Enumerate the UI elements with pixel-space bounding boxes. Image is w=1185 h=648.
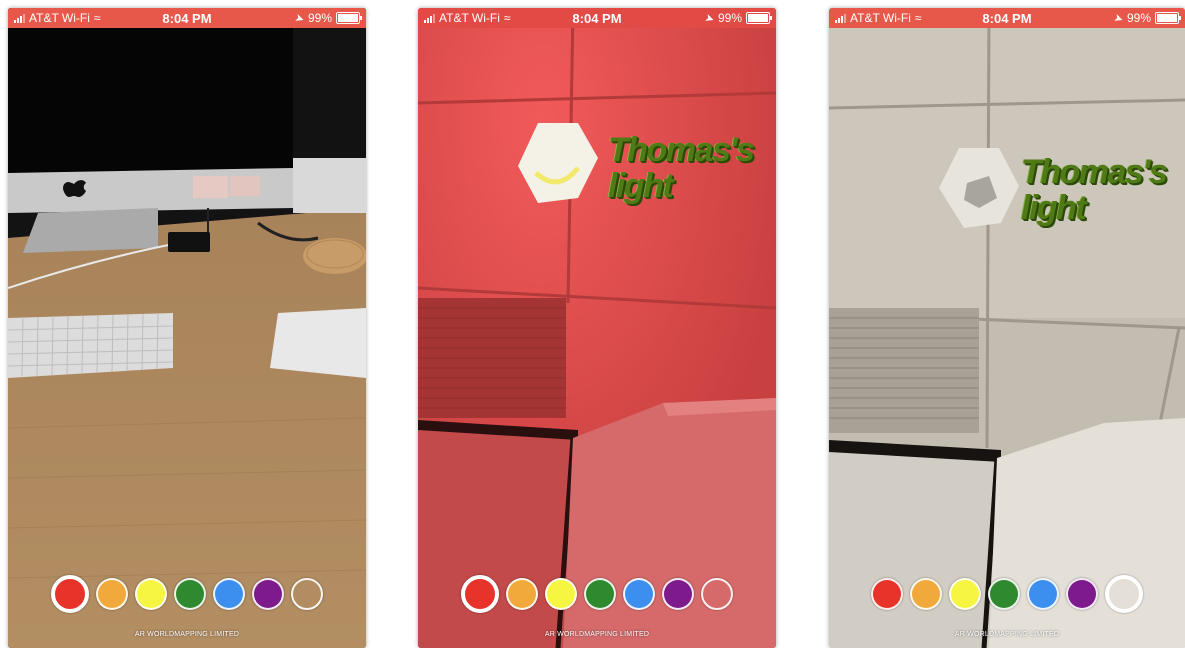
ar-light-label: Thomas's light: [1021, 153, 1168, 227]
color-swatch-red[interactable]: [51, 575, 89, 613]
camera-view: [8, 8, 366, 648]
battery-percent: 99%: [1126, 11, 1151, 25]
color-swatch-yellow[interactable]: [545, 578, 577, 610]
color-swatch-red[interactable]: [461, 575, 499, 613]
color-swatch-off[interactable]: [1105, 575, 1143, 613]
status-bar: AT&T Wi-Fi ≈ 8:04 PM ➤ 99%: [418, 8, 776, 28]
worldmapping-status: AR WORLDMAPPING LIMITED: [954, 631, 1060, 638]
location-arrow-icon: ➤: [1111, 11, 1125, 26]
battery-percent: 99%: [717, 11, 742, 25]
color-swatch-green[interactable]: [584, 578, 616, 610]
color-swatch-green[interactable]: [174, 578, 206, 610]
color-swatch-blue[interactable]: [1027, 578, 1059, 610]
battery-percent: 99%: [307, 11, 332, 25]
color-swatch-off[interactable]: [701, 578, 733, 610]
color-picker: [829, 574, 1185, 614]
color-swatch-blue[interactable]: [213, 578, 245, 610]
ar-label-line2: light: [608, 167, 674, 205]
phone-screen-red-light: Thomas's light AT&T Wi-Fi ≈ 8:04 PM ➤ 99…: [418, 8, 776, 648]
phone-screen-off-light: Thomas's light AT&T Wi-Fi ≈ 8:04 PM ➤ 99…: [829, 8, 1185, 648]
color-swatch-orange[interactable]: [506, 578, 538, 610]
monitor-screen: [8, 8, 293, 178]
worldmapping-status: AR WORLDMAPPING LIMITED: [544, 631, 650, 638]
battery-icon: [1155, 12, 1181, 24]
color-swatch-green[interactable]: [988, 578, 1020, 610]
ar-label-line1: Thomas's: [608, 131, 755, 169]
color-swatch-off[interactable]: [291, 578, 323, 610]
ar-light-label: Thomas's light: [608, 131, 755, 205]
status-bar: AT&T Wi-Fi ≈ 8:04 PM ➤ 99%: [829, 8, 1185, 28]
color-swatch-blue[interactable]: [623, 578, 655, 610]
status-bar: AT&T Wi-Fi ≈ 8:04 PM ➤ 99%: [8, 8, 366, 28]
color-picker: [8, 574, 366, 614]
color-swatch-purple[interactable]: [252, 578, 284, 610]
ceiling-vent: [829, 308, 979, 433]
color-swatch-yellow[interactable]: [949, 578, 981, 610]
color-swatch-orange[interactable]: [910, 578, 942, 610]
camera-view: [829, 8, 1185, 648]
keyboard: [8, 313, 173, 378]
color-swatch-red[interactable]: [871, 578, 903, 610]
ar-label-line1: Thomas's: [1021, 153, 1168, 191]
color-swatch-yellow[interactable]: [135, 578, 167, 610]
color-swatch-purple[interactable]: [1066, 578, 1098, 610]
ar-label-line2: light: [1021, 189, 1087, 227]
location-arrow-icon: ➤: [702, 11, 716, 26]
phone-screen-desk: AT&T Wi-Fi ≈ 8:04 PM ➤ 99% AR WORLDMAPPI…: [8, 8, 366, 648]
color-picker: [418, 574, 776, 614]
battery-icon: [336, 12, 362, 24]
color-swatch-purple[interactable]: [662, 578, 694, 610]
trackpad: [270, 308, 366, 378]
worldmapping-status: AR WORLDMAPPING LIMITED: [134, 631, 240, 638]
camera-view: [418, 8, 776, 648]
color-swatch-orange[interactable]: [96, 578, 128, 610]
location-arrow-icon: ➤: [292, 11, 306, 26]
battery-icon: [746, 12, 772, 24]
